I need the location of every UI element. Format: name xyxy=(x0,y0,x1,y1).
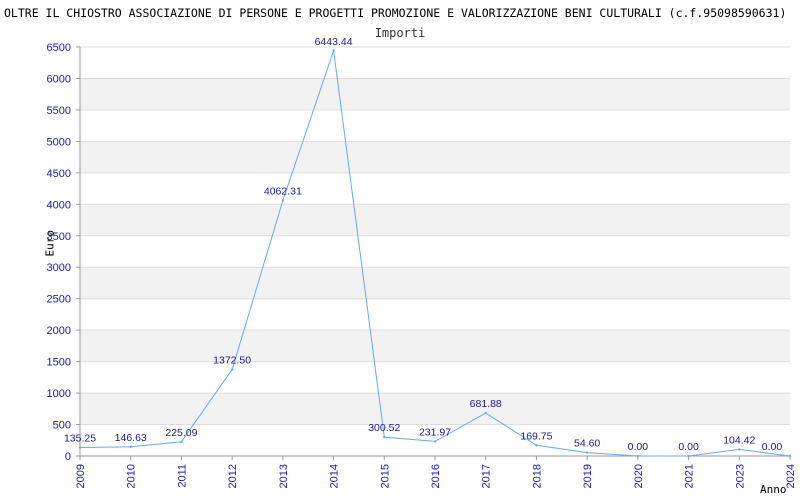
y-tick-label: 500 xyxy=(53,420,71,432)
y-tick-label: 1500 xyxy=(47,357,71,369)
x-tick-label: 2018 xyxy=(531,464,543,488)
grid-bands xyxy=(80,78,790,425)
y-tick-label: 3500 xyxy=(47,231,71,243)
data-point xyxy=(738,448,741,451)
grid-band xyxy=(80,393,790,425)
data-label: 169.75 xyxy=(520,430,552,442)
data-point xyxy=(281,199,285,202)
x-tick-label: 2012 xyxy=(227,464,239,488)
data-label: 4062.31 xyxy=(264,185,302,197)
y-tick-label: 0 xyxy=(65,451,71,463)
data-label: 135.25 xyxy=(64,432,96,444)
data-point xyxy=(535,444,538,447)
grid-band xyxy=(80,141,790,173)
grid-band xyxy=(80,204,790,236)
x-tick-label: 2015 xyxy=(379,464,391,488)
data-point xyxy=(332,49,335,52)
data-label: 225.09 xyxy=(165,427,197,439)
y-tick-label: 1000 xyxy=(47,388,71,400)
x-tick-label: 2020 xyxy=(633,464,645,488)
x-tick-label: 2010 xyxy=(126,464,138,488)
x-tick-label: 2017 xyxy=(481,464,493,488)
grid-band xyxy=(80,330,790,362)
data-label: 300.52 xyxy=(368,422,400,434)
x-tick-label: 2021 xyxy=(684,464,696,488)
x-tick-label: 2011 xyxy=(176,464,188,488)
data-label: 54.60 xyxy=(574,438,600,450)
x-tick-label: 2019 xyxy=(582,464,594,488)
x-tick-label: 2009 xyxy=(75,464,87,488)
data-label: 681.88 xyxy=(470,398,502,410)
y-tick-label: 4500 xyxy=(47,168,71,180)
data-point xyxy=(433,440,437,443)
data-label: 6443.44 xyxy=(315,36,353,48)
x-tick-label: 2013 xyxy=(278,464,290,488)
data-point xyxy=(78,446,82,449)
data-point xyxy=(687,454,690,458)
y-tick-label: 3000 xyxy=(47,262,71,274)
x-ticks: 2009 2010 2011 2012 2013 2014 2015 2016 2017 2018… xyxy=(75,456,797,488)
y-tick-label: 4000 xyxy=(47,199,71,211)
data-label: 0.00 xyxy=(628,441,649,453)
y-tick-label: 2000 xyxy=(47,325,71,337)
line-chart: 0 500 1000 1500 2000 2500 3000 3500 4000 4500 5000… xyxy=(47,36,797,488)
data-label: 1372.50 xyxy=(213,355,251,367)
x-tick-label: 2016 xyxy=(430,464,442,488)
y-tick-label: 2500 xyxy=(47,294,71,306)
y-tick-label: 5000 xyxy=(47,136,71,148)
data-label: 104.42 xyxy=(723,434,755,446)
data-point xyxy=(383,435,386,439)
y-tick-label: 6000 xyxy=(47,73,71,85)
data-point xyxy=(484,411,487,415)
data-point xyxy=(636,454,640,458)
y-tick-label: 5500 xyxy=(47,105,71,117)
grid-band xyxy=(80,78,790,110)
y-tick-label: 6500 xyxy=(47,42,71,54)
x-tick-label: 2024 xyxy=(785,464,797,488)
grid-band xyxy=(80,267,790,299)
x-tick-label: 2014 xyxy=(329,464,341,488)
data-point xyxy=(230,368,234,371)
data-point xyxy=(129,445,132,448)
x-tick-label: 2023 xyxy=(734,464,746,488)
data-point xyxy=(788,454,792,458)
data-point xyxy=(585,451,589,454)
data-label: 0.00 xyxy=(678,441,699,453)
y-ticks: 0 500 1000 1500 2000 2500 3000 3500 4000 4500 5000… xyxy=(47,42,80,463)
data-label: 231.97 xyxy=(419,426,451,438)
data-label: 0.00 xyxy=(762,441,783,453)
data-point xyxy=(180,440,183,444)
data-label: 146.63 xyxy=(115,432,147,444)
